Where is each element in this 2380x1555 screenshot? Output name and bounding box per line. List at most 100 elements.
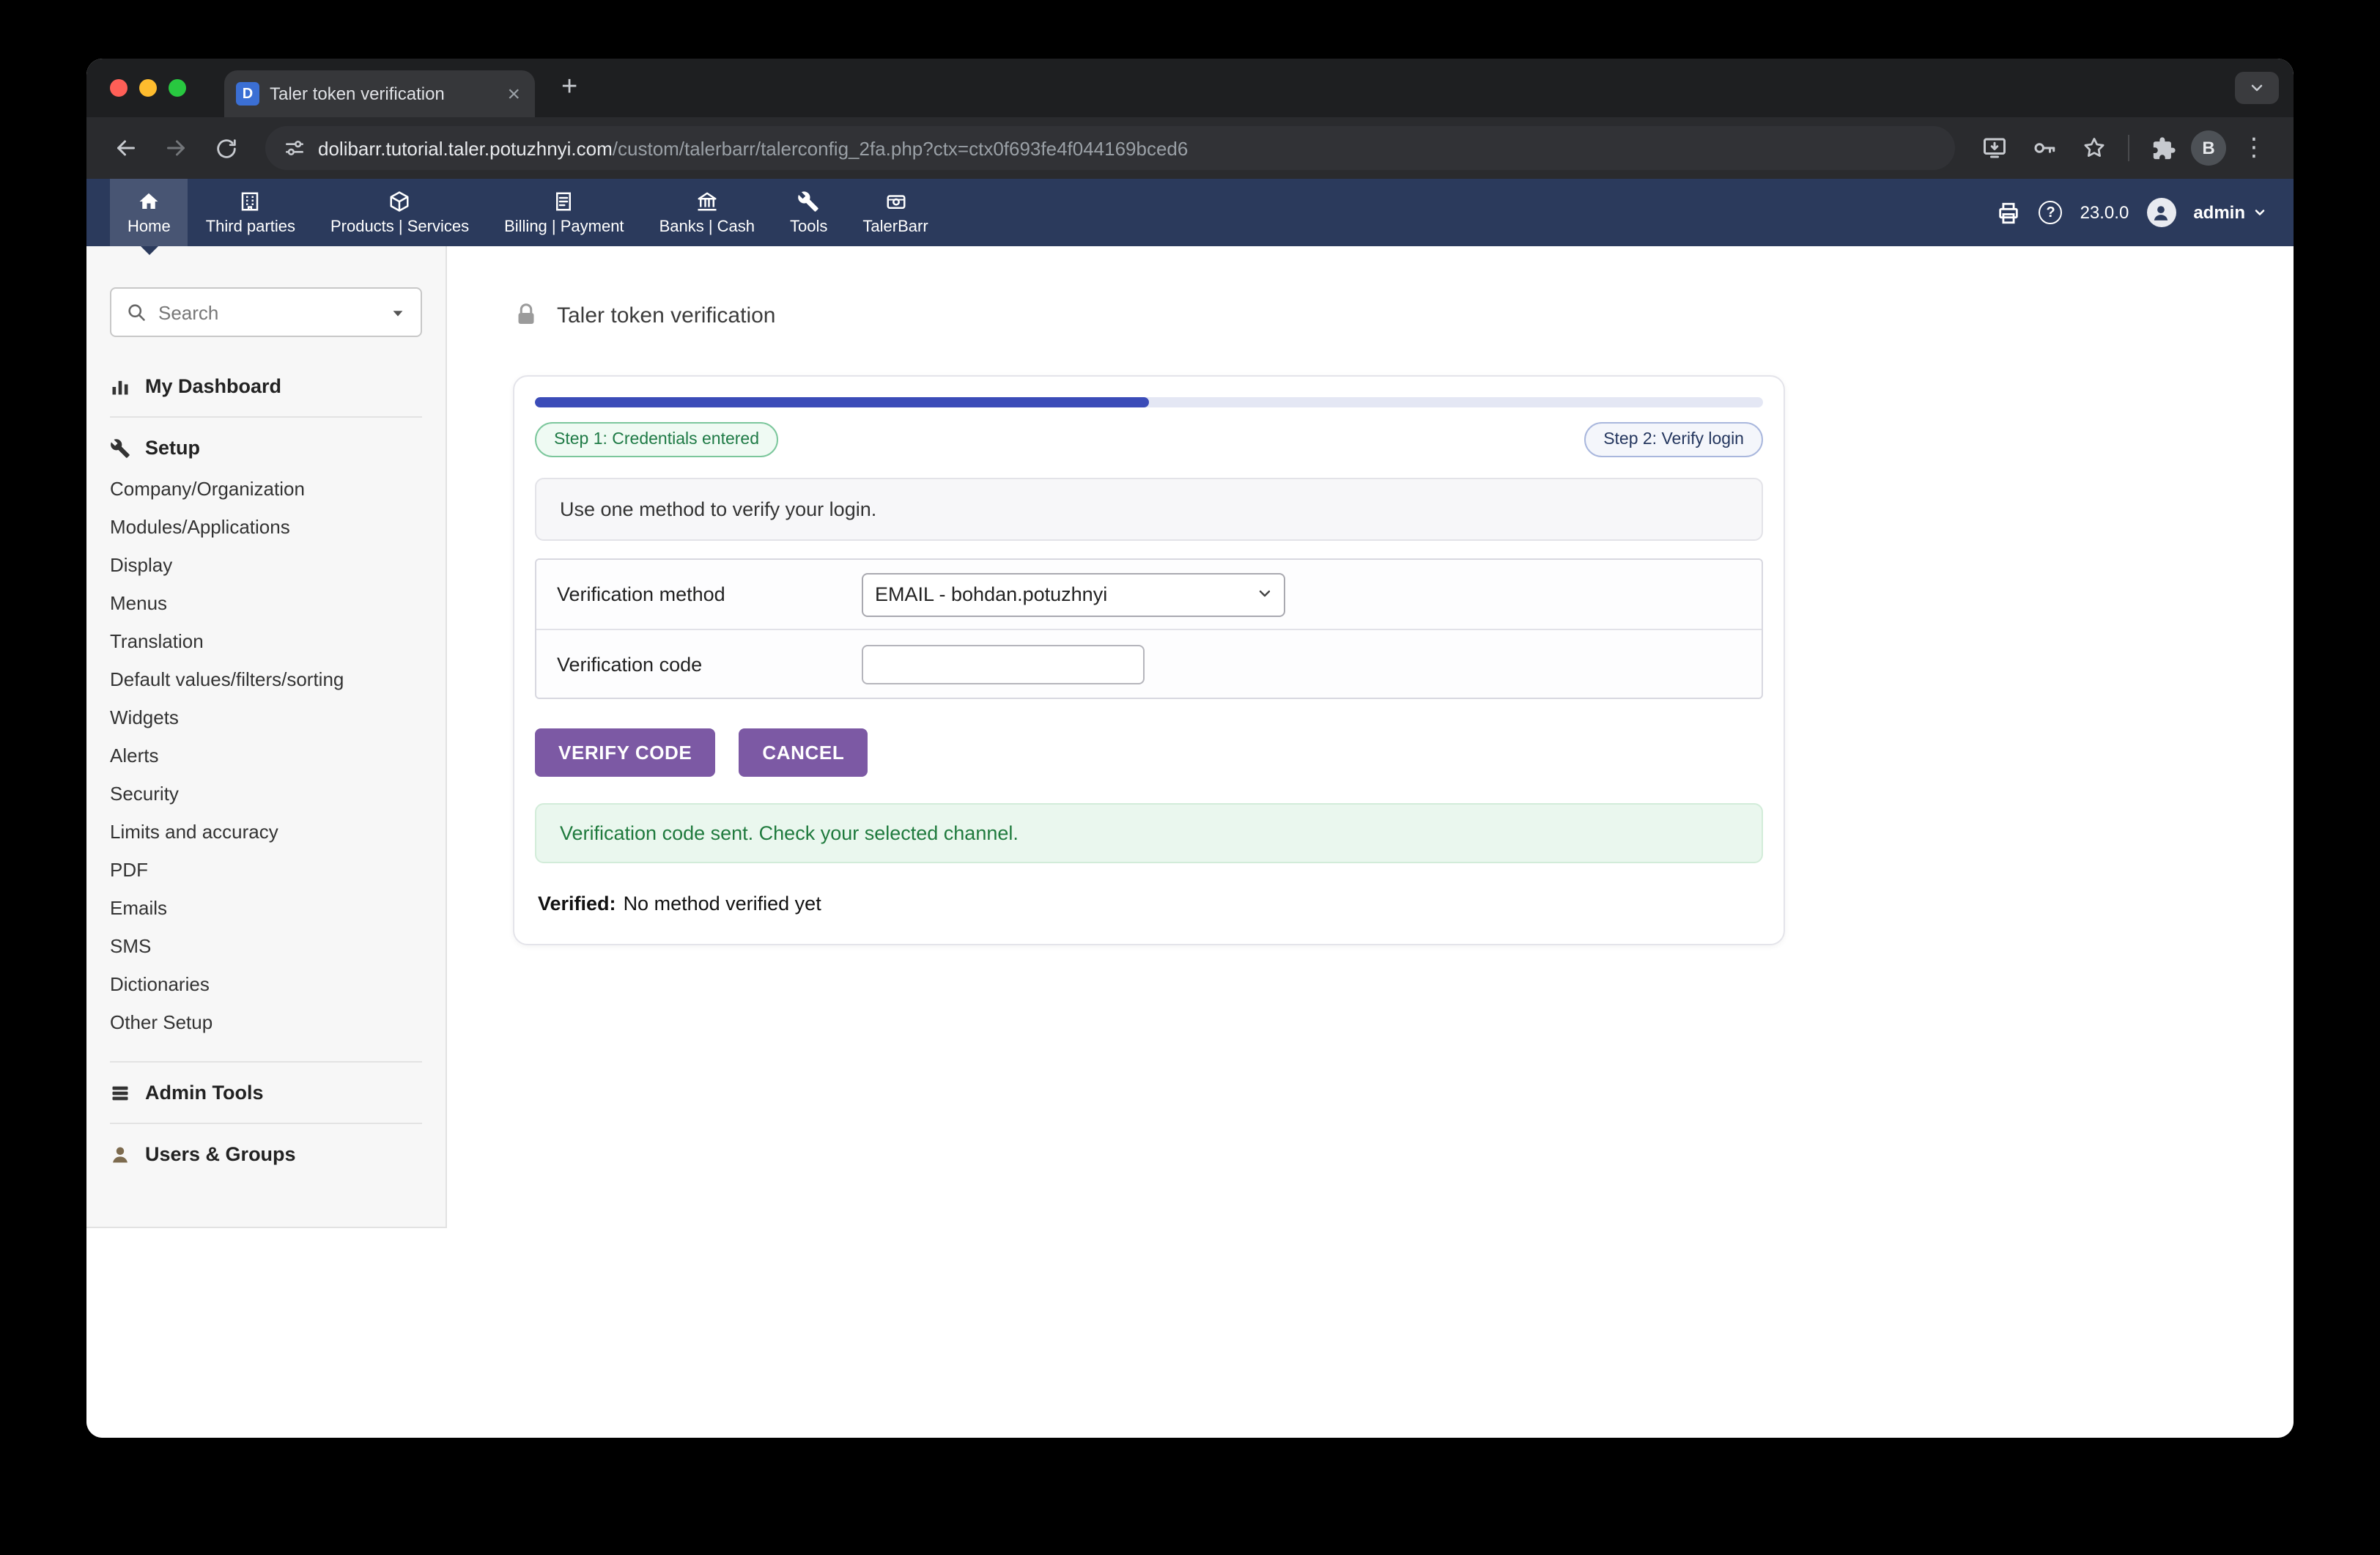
sidebar-item-alerts[interactable]: Alerts [110, 737, 422, 775]
sidebar-search[interactable] [110, 287, 422, 337]
sidebar-item-emails[interactable]: Emails [110, 890, 422, 928]
progress-bar [535, 397, 1763, 407]
verification-card: Step 1: Credentials entered Step 2: Veri… [513, 375, 1785, 945]
tools-icon [798, 190, 820, 212]
site-info-icon[interactable] [283, 136, 306, 160]
tab-close-icon[interactable]: × [504, 83, 523, 105]
browser-tab[interactable]: D Taler token verification × [224, 70, 535, 117]
sidebar-item-sms[interactable]: SMS [110, 928, 422, 966]
url-domain: dolibarr.tutorial.taler.potuzhnyi.com [318, 137, 613, 159]
verification-method-select[interactable]: EMAIL - bohdan.potuzhnyi [862, 572, 1285, 616]
minimize-window-button[interactable] [139, 79, 157, 97]
sidebar-divider [110, 1123, 422, 1124]
nav-item-home[interactable]: Home [110, 179, 188, 246]
url-text: dolibarr.tutorial.taler.potuzhnyi.com/cu… [318, 137, 1188, 159]
desktop: D Taler token verification × + dolibarr [0, 0, 2380, 1555]
nav-label: Third parties [206, 218, 295, 235]
user-menu[interactable]: admin [2193, 202, 2267, 223]
version-label: 23.0.0 [2080, 202, 2129, 223]
install-app-button[interactable] [1973, 126, 2017, 170]
printer-icon [1997, 200, 2022, 225]
sidebar-label: Admin Tools [145, 1082, 264, 1104]
nav-label: Billing | Payment [504, 218, 624, 235]
forward-button[interactable] [154, 126, 198, 170]
third-parties-icon [240, 190, 262, 212]
tab-search-button[interactable] [2235, 72, 2279, 104]
nav-item-products-services[interactable]: Products | Services [313, 179, 487, 246]
sidebar-item-display[interactable]: Display [110, 547, 422, 585]
sidebar-item-widgets[interactable]: Widgets [110, 699, 422, 737]
sidebar-item-setup[interactable]: Setup [110, 437, 422, 459]
verified-label: Verified: [538, 893, 616, 915]
nav-item-talerbarr[interactable]: TalerBarr [845, 179, 945, 246]
sidebar-item-dictionaries[interactable]: Dictionaries [110, 966, 422, 1004]
step2-badge: Step 2: Verify login [1584, 422, 1763, 457]
verified-status: Verified:No method verified yet [538, 893, 1763, 915]
chevron-down-icon[interactable] [390, 304, 406, 320]
dashboard-chart-icon [110, 376, 130, 396]
profile-avatar[interactable]: B [2191, 130, 2226, 166]
verification-method-select-wrap: EMAIL - bohdan.potuzhnyi [862, 572, 1285, 616]
chevron-down-icon [2248, 79, 2266, 97]
info-message: Use one method to verify your login. [535, 478, 1763, 541]
close-window-button[interactable] [110, 79, 128, 97]
new-tab-button[interactable]: + [552, 72, 586, 104]
print-button[interactable] [1997, 200, 2022, 225]
sidebar-divider [110, 1061, 422, 1063]
search-input[interactable] [158, 301, 378, 323]
verify-code-button[interactable]: VERIFY CODE [535, 728, 715, 777]
password-manager-button[interactable] [2022, 126, 2066, 170]
sidebar-item-limits-accuracy[interactable]: Limits and accuracy [110, 813, 422, 852]
sidebar-item-security[interactable]: Security [110, 775, 422, 813]
main-area: Taler token verification Step 1: Credent… [447, 246, 2294, 1438]
nav-item-third-parties[interactable]: Third parties [188, 179, 313, 246]
bookmark-button[interactable] [2072, 126, 2116, 170]
form-row-code: Verification code [536, 629, 1762, 698]
products-icon [389, 190, 411, 212]
sidebar-item-admin-tools[interactable]: Admin Tools [110, 1082, 422, 1104]
help-button[interactable]: ? [2039, 201, 2063, 224]
tab-favicon: D [236, 82, 259, 106]
sidebar-item-translation[interactable]: Translation [110, 623, 422, 661]
setup-menu-list: Company/Organization Modules/Application… [110, 470, 422, 1042]
nav-item-billing-payment[interactable]: Billing | Payment [487, 179, 641, 246]
verification-form: Verification method EMAIL - bohdan.potuz… [535, 558, 1763, 699]
sidebar-item-company-organization[interactable]: Company/Organization [110, 470, 422, 509]
toolbar-divider [2128, 135, 2129, 161]
app-navbar: Home Third parties Products | Services B… [86, 179, 2294, 246]
form-row-method: Verification method EMAIL - bohdan.potuz… [536, 560, 1762, 629]
page-content: My Dashboard Setup Company/Organization … [86, 246, 2294, 1438]
zoom-window-button[interactable] [169, 79, 186, 97]
sidebar-label: My Dashboard [145, 375, 281, 397]
step1-badge: Step 1: Credentials entered [535, 422, 778, 457]
forward-icon [163, 135, 189, 161]
address-bar[interactable]: dolibarr.tutorial.taler.potuzhnyi.com/cu… [265, 126, 1955, 170]
nav-label: Home [128, 218, 171, 235]
tab-title: Taler token verification [270, 84, 494, 104]
nav-item-tools[interactable]: Tools [772, 179, 845, 246]
sidebar-item-pdf[interactable]: PDF [110, 852, 422, 890]
back-button[interactable] [104, 126, 148, 170]
cancel-button[interactable]: CANCEL [739, 728, 868, 777]
sidebar-item-menus[interactable]: Menus [110, 585, 422, 623]
sidebar-item-users-groups[interactable]: Users & Groups [110, 1143, 422, 1165]
verification-code-input[interactable] [862, 644, 1145, 684]
nav-label: Products | Services [330, 218, 469, 235]
reload-button[interactable] [204, 126, 248, 170]
url-path: /custom/talerbarr/talerconfig_2fa.php?ct… [613, 137, 1189, 159]
reload-icon [213, 136, 238, 160]
verification-code-label: Verification code [557, 653, 862, 675]
sidebar-item-modules-applications[interactable]: Modules/Applications [110, 509, 422, 547]
sidebar-item-my-dashboard[interactable]: My Dashboard [110, 375, 422, 397]
user-avatar[interactable] [2146, 198, 2176, 227]
browser-menu-button[interactable]: ⋮ [2232, 126, 2276, 170]
extensions-button[interactable] [2141, 126, 2185, 170]
nav-label: Tools [790, 218, 827, 235]
chevron-down-icon [2252, 205, 2267, 220]
sidebar-item-default-values[interactable]: Default values/filters/sorting [110, 661, 422, 699]
success-message: Verification code sent. Check your selec… [535, 803, 1763, 863]
wrench-icon [110, 437, 130, 458]
install-app-icon [1981, 135, 2008, 161]
sidebar-item-other-setup[interactable]: Other Setup [110, 1004, 422, 1042]
nav-item-banks-cash[interactable]: Banks | Cash [642, 179, 772, 246]
